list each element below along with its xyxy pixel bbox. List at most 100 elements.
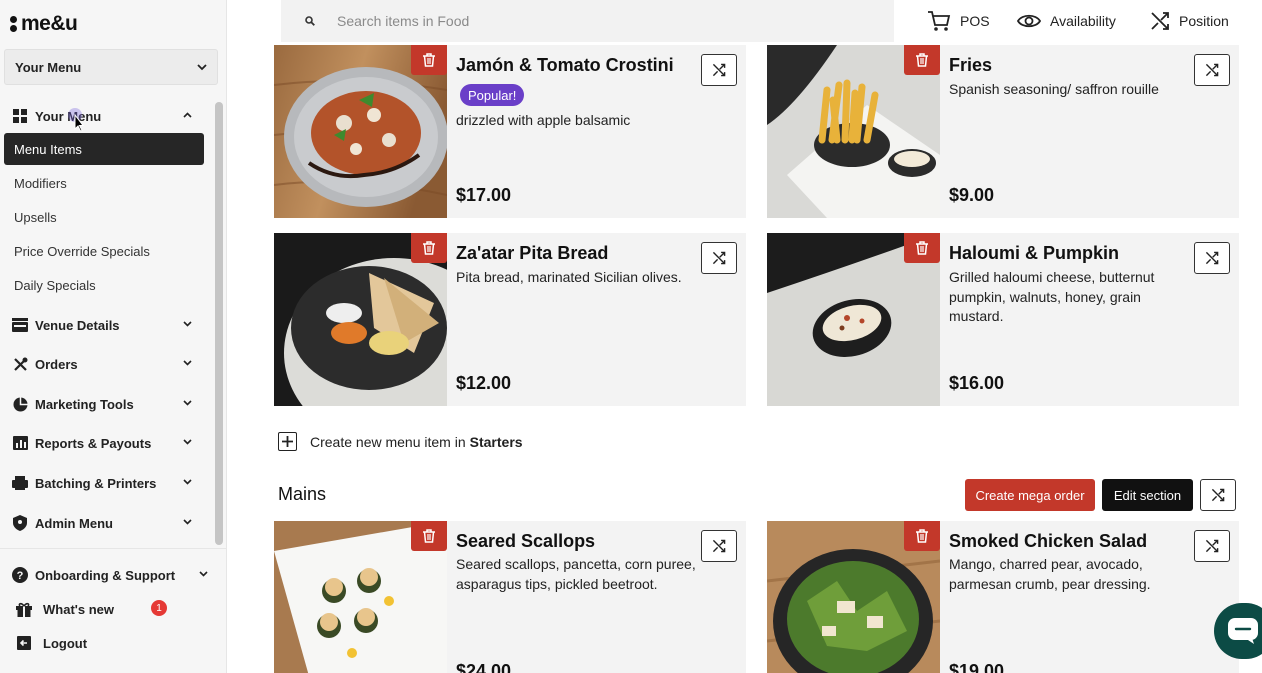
- menu-item-card[interactable]: Smoked Chicken Salad Mango, charred pear…: [767, 521, 1239, 673]
- reposition-section-button[interactable]: [1200, 479, 1236, 511]
- search-input[interactable]: [337, 13, 837, 29]
- delete-button[interactable]: [411, 45, 447, 75]
- pos-button[interactable]: POS: [927, 8, 990, 34]
- app-root: me&u Your Menu Your Menu Menu Items Modi…: [0, 0, 1262, 673]
- create-label: Create new menu item in: [310, 433, 466, 450]
- logo[interactable]: me&u: [10, 12, 78, 36]
- shuffle-icon: [1151, 12, 1169, 30]
- reposition-button[interactable]: [701, 242, 737, 274]
- sidebar-item-daily-specials[interactable]: Daily Specials: [14, 275, 96, 295]
- sidebar-item-modifiers[interactable]: Modifiers: [14, 173, 67, 193]
- sidebar-group-orders[interactable]: Orders: [12, 353, 192, 375]
- pos-label: POS: [960, 13, 990, 29]
- chevron-down-icon: [199, 571, 208, 577]
- sidebar-group-admin-menu[interactable]: Admin Menu: [12, 512, 192, 534]
- item-name: Za'atar Pita Bread: [456, 243, 609, 263]
- chevron-down-icon: [183, 479, 192, 485]
- notification-badge: 1: [151, 600, 167, 616]
- item-price: $16.00: [949, 373, 1005, 393]
- sidebar-item-logout[interactable]: Logout: [16, 632, 196, 654]
- sidebar-group-marketing-tools[interactable]: Marketing Tools: [12, 393, 192, 415]
- edit-section-button[interactable]: Edit section: [1102, 479, 1193, 511]
- shuffle-icon: [712, 539, 726, 553]
- shuffle-icon: [1205, 539, 1219, 553]
- delete-button[interactable]: [904, 233, 940, 263]
- sidebar-group-your-menu[interactable]: Your Menu: [12, 105, 192, 127]
- sidebar-item-label: Modifiers: [14, 175, 67, 191]
- menu-item-card[interactable]: Fries Spanish seasoning/ saffron rouille…: [767, 45, 1239, 218]
- help-icon: ?: [12, 567, 28, 583]
- menu-item-card[interactable]: Seared Scallops Seared scallops, pancett…: [274, 521, 746, 673]
- chat-widget-button[interactable]: [1214, 603, 1262, 659]
- create-mega-order-button[interactable]: Create mega order: [965, 479, 1095, 511]
- shuffle-icon: [1205, 251, 1219, 265]
- delete-button[interactable]: [904, 45, 940, 75]
- chevron-up-icon: [183, 112, 192, 118]
- item-description: Spanish seasoning/ saffron rouille: [949, 81, 1159, 97]
- mouse-cursor-icon: [68, 108, 84, 131]
- position-button[interactable]: Position: [1150, 8, 1229, 34]
- delete-button[interactable]: [411, 521, 447, 551]
- availability-button[interactable]: Availability: [1017, 8, 1116, 34]
- shield-icon: [12, 515, 28, 531]
- reposition-button[interactable]: [701, 54, 737, 86]
- shuffle-icon: [712, 63, 726, 77]
- item-price: $9.00: [949, 185, 995, 205]
- chevron-down-icon: [183, 400, 192, 406]
- reposition-button[interactable]: [1194, 54, 1230, 86]
- sidebar-item-whats-new[interactable]: What's new: [16, 598, 196, 620]
- create-section-name: Starters: [469, 433, 523, 450]
- trash-icon: [916, 241, 928, 255]
- bar-chart-icon: [12, 435, 28, 451]
- shuffle-icon: [712, 251, 726, 265]
- sidebar-item-onboarding-support[interactable]: ? Onboarding & Support: [12, 564, 208, 586]
- sidebar-group-batching-printers[interactable]: Batching & Printers: [12, 472, 192, 494]
- chevron-down-icon: [183, 439, 192, 445]
- sidebar-item-price-override-specials[interactable]: Price Override Specials: [14, 241, 150, 261]
- pie-chart-icon: [12, 396, 28, 412]
- sidebar-group-label: Orders: [35, 356, 78, 372]
- item-name: Fries: [949, 55, 993, 75]
- search-bar: [281, 0, 894, 42]
- item-description: Grilled haloumi cheese, butternut pumpki…: [949, 269, 1155, 324]
- item-name: Jamón & Tomato Crostini: [456, 55, 674, 75]
- sidebar-group-label: Batching & Printers: [35, 475, 157, 491]
- reposition-button[interactable]: [1194, 242, 1230, 274]
- trash-icon: [916, 53, 928, 67]
- cutlery-icon: [12, 356, 28, 372]
- create-menu-item-button[interactable]: Create new menu item in Starters: [278, 432, 523, 451]
- sidebar-item-label: What's new: [43, 601, 114, 617]
- trash-icon: [916, 529, 928, 543]
- sidebar-group-label: Reports & Payouts: [35, 435, 152, 451]
- store-icon: [12, 317, 28, 333]
- delete-button[interactable]: [904, 521, 940, 551]
- delete-button[interactable]: [411, 233, 447, 263]
- sidebar-item-label: Price Override Specials: [14, 243, 150, 259]
- menu-select[interactable]: Your Menu: [4, 49, 218, 85]
- sidebar-scrollbar[interactable]: [215, 102, 223, 545]
- gift-icon: [16, 601, 32, 617]
- menu-item-card[interactable]: Haloumi & Pumpkin Grilled haloumi cheese…: [767, 233, 1239, 406]
- menu-item-card[interactable]: Jamón & Tomato Crostini Popular! drizzle…: [274, 45, 746, 218]
- sidebar-item-menu-items[interactable]: Menu Items: [4, 133, 204, 165]
- reposition-button[interactable]: [701, 530, 737, 562]
- svg-text:?: ?: [17, 570, 24, 582]
- sidebar-group-label: Venue Details: [35, 317, 120, 333]
- chevron-down-icon: [183, 519, 192, 525]
- trash-icon: [423, 53, 435, 67]
- sidebar-item-label: Daily Specials: [14, 277, 96, 293]
- printer-icon: [12, 475, 28, 491]
- sidebar-group-reports-payouts[interactable]: Reports & Payouts: [12, 432, 192, 454]
- section-title: Mains: [278, 484, 327, 504]
- menu-item-card[interactable]: Za'atar Pita Bread Pita bread, marinated…: [274, 233, 746, 406]
- chevron-down-icon: [183, 360, 192, 366]
- logo-text: me&u: [21, 12, 78, 35]
- reposition-button[interactable]: [1194, 530, 1230, 562]
- shuffle-icon: [1205, 63, 1219, 77]
- item-description: Mango, charred pear, avocado, parmesan c…: [949, 556, 1151, 592]
- search-icon: [305, 16, 315, 26]
- sidebar-group-venue-details[interactable]: Venue Details: [12, 314, 192, 336]
- sidebar-item-upsells[interactable]: Upsells: [14, 207, 57, 227]
- item-description: Pita bread, marinated Sicilian olives.: [456, 269, 682, 285]
- chat-icon: [1228, 618, 1258, 644]
